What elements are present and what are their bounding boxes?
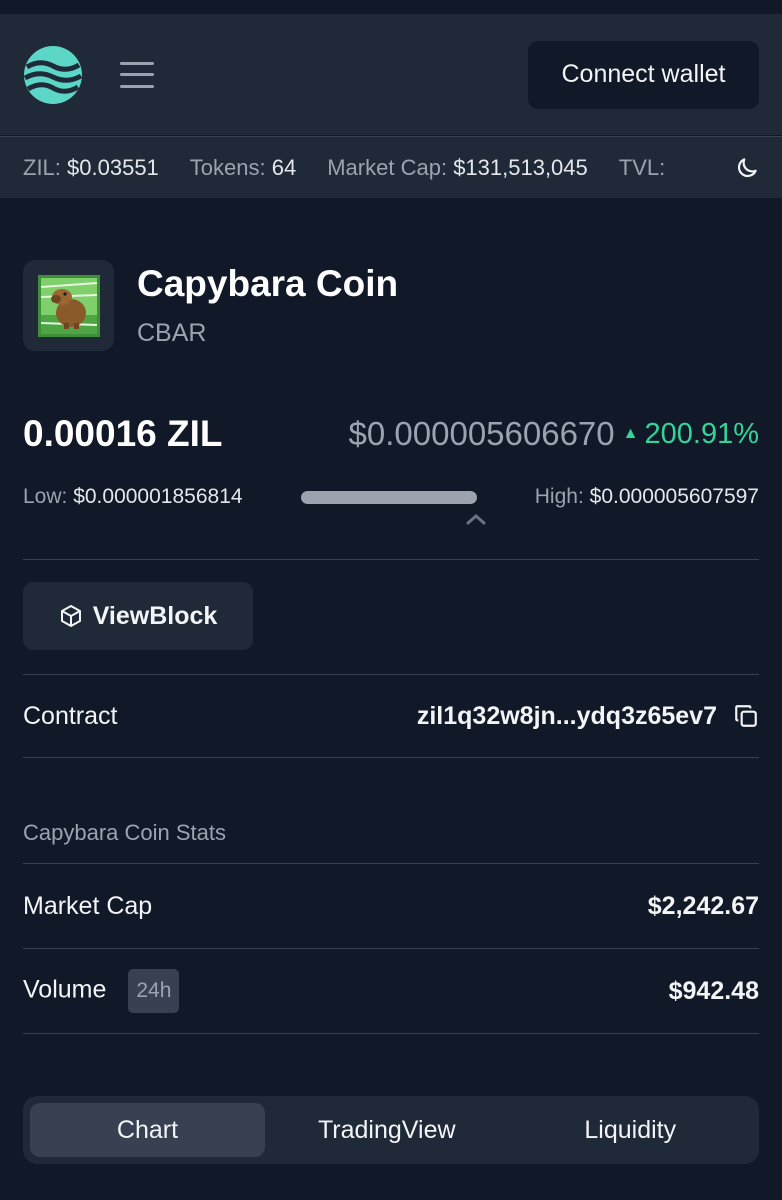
connect-wallet-button[interactable]: Connect wallet [528,40,759,109]
coin-name: Capybara Coin [137,263,399,304]
divider [23,559,759,560]
volume-label-group: Volume 24h [23,969,180,1013]
price-range: Low: $0.000001856814 High: $0.0000056075… [23,485,759,525]
theme-toggle[interactable] [712,137,782,198]
volume-label: Volume [23,975,107,1004]
contract-value: zil1q32w8jn...ydq3z65ev7 [416,701,717,730]
market-cap-row-value: $2,242.67 [647,891,759,920]
market-cap-stat: Market Cap: $131,513,045 [327,155,588,181]
market-cap-row: Market Cap $2,242.67 [23,864,759,949]
market-cap-row-label: Market Cap [23,891,153,920]
tab-liquidity[interactable]: Liquidity [509,1103,753,1157]
zil-price-stat: ZIL: $0.03551 [23,155,159,181]
stats-title: Capybara Coin Stats [23,820,759,864]
volume-period-badge: 24h [128,969,180,1013]
top-strip [0,0,782,14]
cube-icon [60,605,81,627]
contract-row: Contract zil1q32w8jn...ydq3z65ev7 [23,674,759,758]
price-usd: $0.000005606670 [348,415,615,452]
price-change: ▲ 200.91% [623,418,759,451]
volume-value: $942.48 [668,976,759,1005]
coin-symbol: CBAR [137,319,207,347]
high-label: High: [534,485,584,508]
low-value: $0.000001856814 [73,485,243,508]
coin-names: Capybara Coin CBAR [137,263,398,348]
chevron-up-icon [466,514,486,525]
market-cap-label: Market Cap: [327,154,448,180]
tokens-stat: Tokens: 64 [190,155,296,181]
price-row: 0.00016 ZIL $0.000005606670 ▲ 200.91% [23,413,759,455]
high-price: High: $0.000005607597 [535,485,759,509]
tokens-value: 64 [271,154,297,180]
app-header: Connect wallet [0,14,782,136]
capybara-image [37,274,100,337]
zil-price-value: $0.03551 [67,154,159,180]
volume-row: Volume 24h $942.48 [23,949,759,1034]
hamburger-menu-icon[interactable] [119,60,155,90]
high-value: $0.000005607597 [589,485,759,508]
tab-chart[interactable]: Chart [30,1103,265,1157]
tvl-label: TVL: [618,154,666,180]
price-zil: 0.00016 ZIL [23,413,223,454]
coin-avatar [23,260,114,351]
viewblock-label: ViewBlock [92,601,218,630]
header-left [23,45,155,105]
viewblock-button[interactable]: ViewBlock [23,582,253,650]
market-cap-value: $131,513,045 [453,154,588,180]
up-triangle-icon: ▲ [622,425,639,442]
view-tabs: Chart TradingView Liquidity [23,1096,759,1164]
tokens-label: Tokens: [189,154,266,180]
low-price: Low: $0.000001856814 [23,485,243,509]
tab-tradingview[interactable]: TradingView [265,1103,509,1157]
moon-icon [737,158,757,178]
price-range-bar [300,490,477,504]
token-detail: Capybara Coin CBAR 0.00016 ZIL $0.000005… [0,260,782,1164]
coin-header: Capybara Coin CBAR [23,260,759,351]
copy-icon[interactable] [733,703,759,729]
tvl-stat: TVL: [619,155,665,181]
contract-label: Contract [23,701,118,730]
contract-address[interactable]: zil1q32w8jn...ydq3z65ev7 [417,702,759,731]
low-label: Low: [23,485,68,508]
price-usd-group: $0.000005606670 ▲ 200.91% [349,415,759,453]
logo-icon[interactable] [23,45,83,105]
price-change-value: 200.91% [644,417,760,450]
zil-price-label: ZIL: [23,154,61,180]
market-stats-bar: ZIL: $0.03551 Tokens: 64 Market Cap: $13… [0,136,782,198]
